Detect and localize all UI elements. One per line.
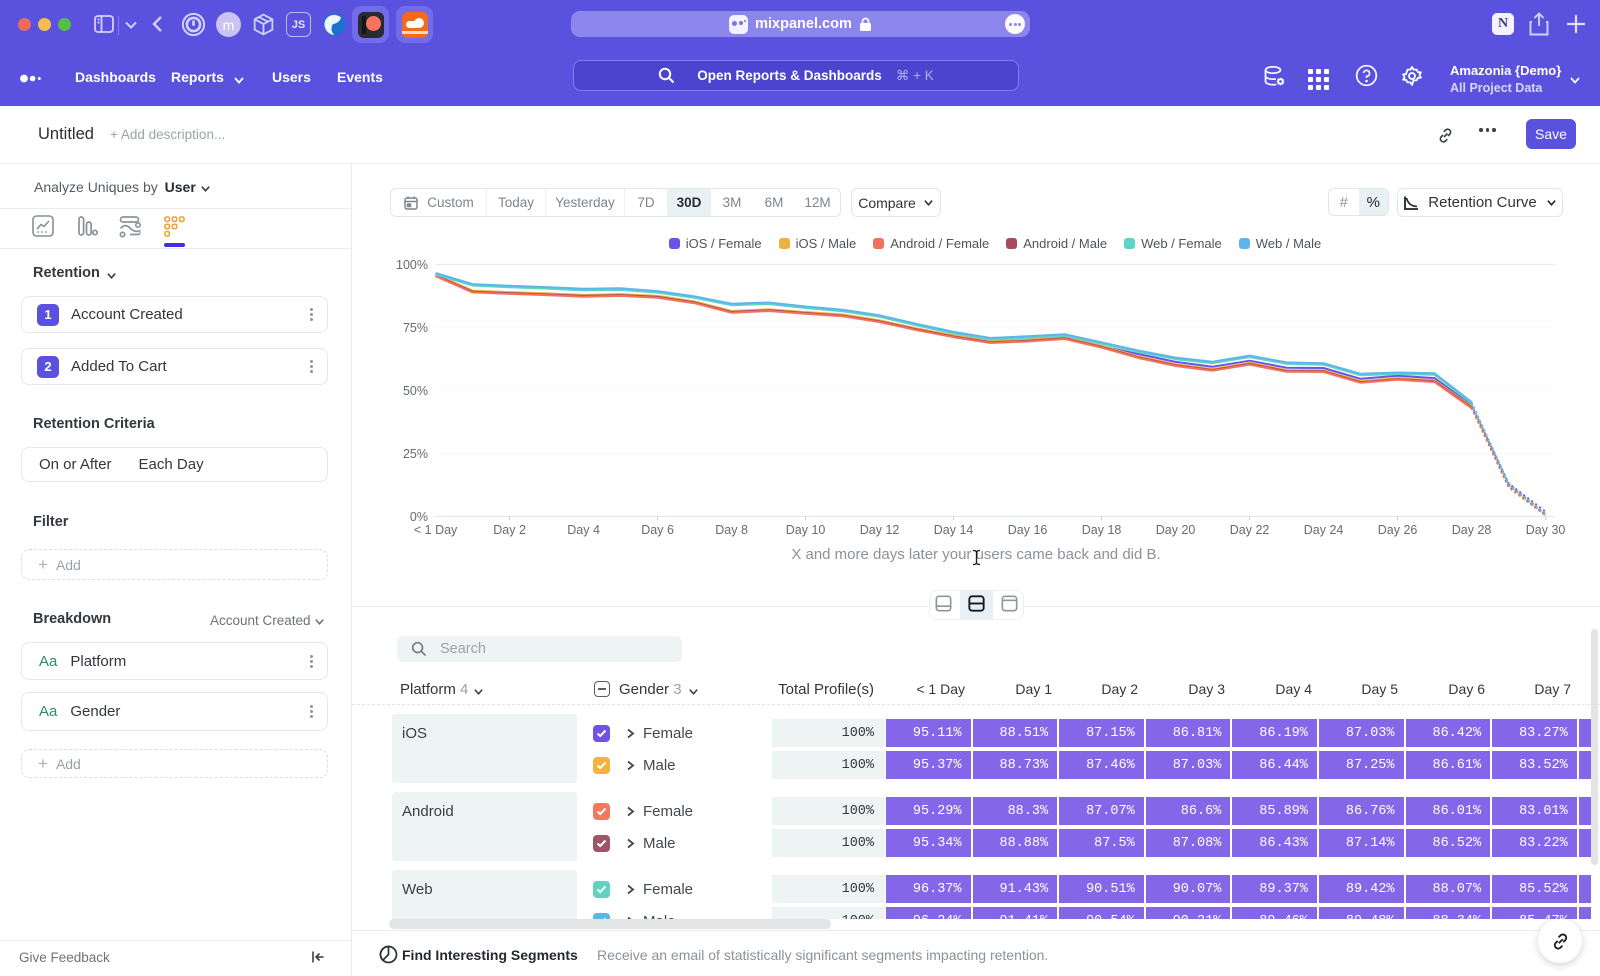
svg-text:Day 30: Day 30: [1526, 523, 1566, 537]
svg-text:Day 18: Day 18: [1082, 523, 1122, 537]
svg-text:Day 24: Day 24: [1304, 523, 1344, 537]
svg-text:25%: 25%: [403, 447, 428, 461]
svg-text:Day 22: Day 22: [1230, 523, 1270, 537]
svg-text:Day 14: Day 14: [934, 523, 974, 537]
svg-text:< 1 Day: < 1 Day: [414, 523, 458, 537]
svg-text:Day 10: Day 10: [786, 523, 826, 537]
svg-text:100%: 100%: [396, 258, 428, 272]
svg-text:Day 20: Day 20: [1156, 523, 1196, 537]
svg-text:Day 6: Day 6: [641, 523, 674, 537]
svg-text:Day 12: Day 12: [860, 523, 900, 537]
svg-text:Day 26: Day 26: [1378, 523, 1418, 537]
svg-text:75%: 75%: [403, 321, 428, 335]
svg-text:Day 2: Day 2: [493, 523, 526, 537]
svg-text:Day 8: Day 8: [715, 523, 748, 537]
svg-text:Day 28: Day 28: [1452, 523, 1492, 537]
svg-text:Day 4: Day 4: [567, 523, 600, 537]
svg-text:Day 16: Day 16: [1008, 523, 1048, 537]
svg-text:50%: 50%: [403, 384, 428, 398]
svg-text:0%: 0%: [410, 510, 428, 524]
